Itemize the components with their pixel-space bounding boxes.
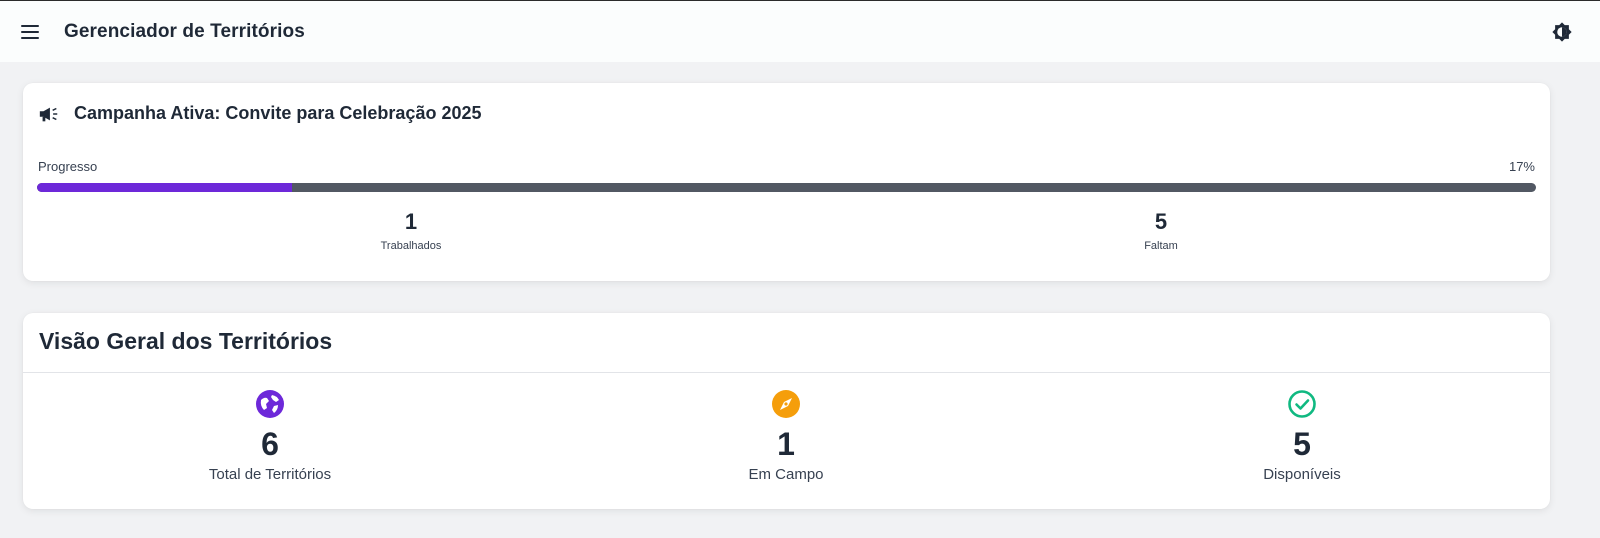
campaign-card: Campanha Ativa: Convite para Celebração … (23, 83, 1550, 281)
remaining-count: 5 (1154, 209, 1168, 234)
worked-stat: 1 Trabalhados (311, 207, 511, 252)
worked-label: Trabalhados (380, 240, 442, 252)
total-territories-value: 6 (261, 426, 279, 462)
campaign-header: Campanha Ativa: Convite para Celebração … (38, 103, 482, 124)
remaining-label: Faltam (1144, 240, 1178, 252)
progress-bar-fill (37, 183, 292, 192)
in-field-label: Em Campo (748, 466, 824, 483)
theme-toggle-icon[interactable] (1551, 21, 1573, 43)
available-label: Disponíveis (1263, 466, 1341, 483)
worked-count: 1 (404, 209, 418, 234)
in-field-stat: 1 Em Campo (636, 389, 936, 483)
overview-divider (23, 372, 1550, 373)
menu-icon[interactable] (20, 22, 40, 42)
progress-label: Progresso (38, 159, 98, 174)
megaphone-icon (39, 107, 58, 121)
app-title: Gerenciador de Territórios (64, 21, 305, 42)
total-territories-label: Total de Territórios (208, 466, 332, 483)
campaign-title: Campanha Ativa: Convite para Celebração … (74, 103, 482, 123)
available-value: 5 (1293, 426, 1311, 462)
check-circle-icon (1288, 390, 1316, 418)
compass-icon (772, 390, 800, 418)
available-stat: 5 Disponíveis (1152, 389, 1452, 483)
progress-percentage: 17% (1508, 159, 1535, 174)
overview-card: Visão Geral dos Territórios 6 Total de T… (23, 313, 1550, 509)
overview-title: Visão Geral dos Territórios (39, 328, 333, 354)
globe-icon (256, 390, 284, 418)
progress-bar (37, 183, 1536, 192)
total-territories-stat: 6 Total de Territórios (120, 389, 420, 483)
top-bar: Gerenciador de Territórios (0, 0, 1600, 62)
in-field-value: 1 (777, 426, 795, 462)
remaining-stat: 5 Faltam (1061, 207, 1261, 252)
